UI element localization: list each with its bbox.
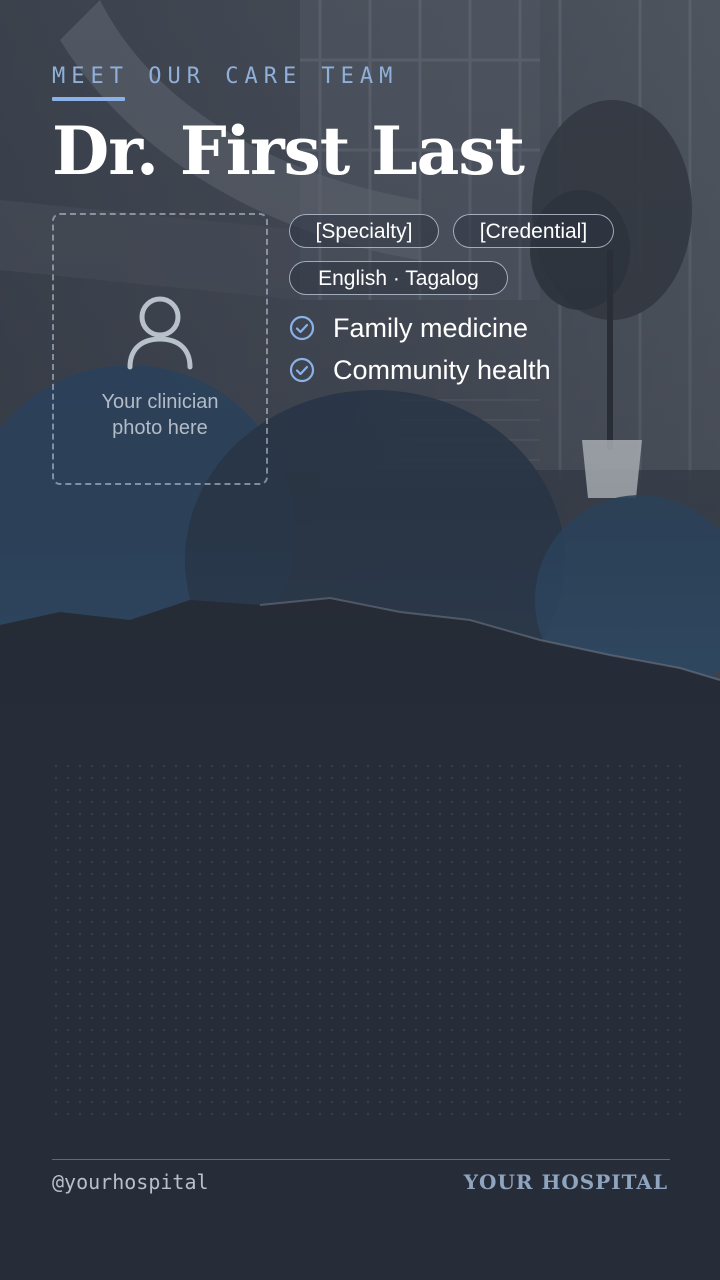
tag-specialty: [Specialty] (289, 214, 439, 248)
photo-placeholder-line1: Your clinician (101, 391, 219, 413)
social-post-canvas: MEET OUR CARE TEAM Dr. First Last Your c… (0, 0, 720, 1280)
tag-languages: English · Tagalog (289, 261, 508, 295)
footer-divider (52, 1159, 670, 1160)
social-handle: @yourhospital (52, 1170, 209, 1194)
focus-item: Community health (289, 353, 551, 387)
focus-item: Family medicine (289, 311, 528, 345)
tag-credential: [Credential] (453, 214, 614, 248)
dot-pattern (50, 760, 690, 1120)
hospital-name: YOUR HOSPITAL (463, 1170, 668, 1194)
doctor-name: Dr. First Last (52, 112, 525, 190)
eyebrow-underline (52, 97, 125, 101)
photo-placeholder[interactable]: Your clinician photo here (52, 213, 268, 485)
person-icon (127, 296, 193, 370)
focus-item-label: Family medicine (333, 312, 529, 343)
photo-placeholder-text: Your clinician photo here (54, 389, 266, 441)
check-circle-icon (289, 315, 315, 341)
eyebrow-label: MEET OUR CARE TEAM (52, 64, 399, 89)
check-circle-icon (289, 357, 315, 383)
focus-item-label: Community health (333, 354, 551, 385)
photo-placeholder-line2: photo here (112, 417, 208, 439)
